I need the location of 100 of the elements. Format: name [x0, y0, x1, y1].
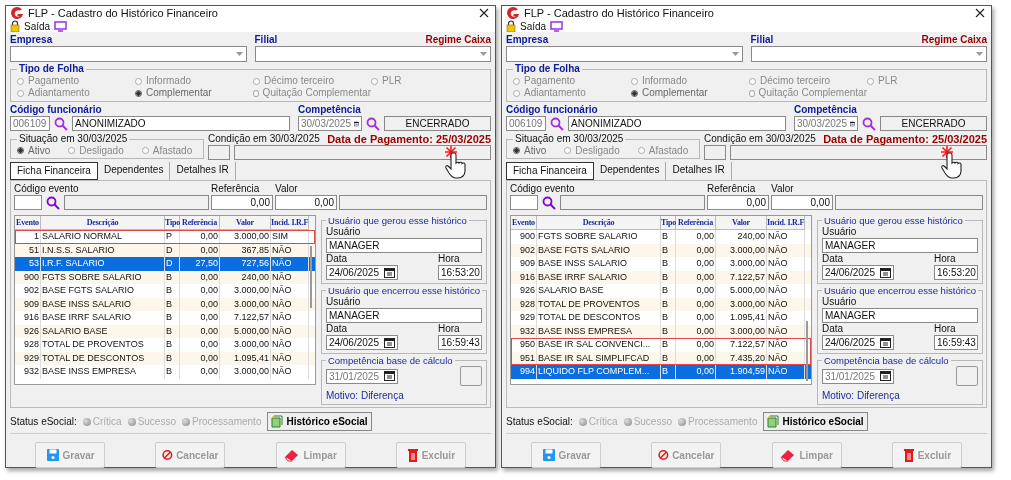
date-field[interactable]: 24/06/2025 [325, 265, 398, 280]
radio-button[interactable]: Ativo [513, 145, 547, 156]
table-row[interactable]: 951 BASE IR SAL SIMPLIFCAD B 0,00 7.435,20 NÃO [511, 351, 811, 365]
search-icon[interactable] [550, 116, 564, 131]
column-header[interactable]: Referência [676, 216, 716, 230]
scrollbar[interactable] [805, 321, 808, 381]
user-field[interactable]: MANAGER [325, 238, 482, 253]
value-field[interactable]: 0,00 [275, 195, 337, 210]
calendar-icon[interactable] [879, 267, 891, 278]
esocial-history-button[interactable]: Histórico eSocial [267, 412, 372, 431]
column-header[interactable]: Valor [220, 216, 271, 230]
search-icon[interactable] [46, 195, 60, 210]
filial-dropdown[interactable] [750, 46, 987, 62]
time-field[interactable]: 16:53:20 [438, 265, 482, 280]
scrollbar[interactable] [309, 246, 312, 308]
table-row[interactable]: 909 BASE INSS SALARIO B 0,00 3.000,00 NÃO [15, 297, 315, 311]
calendar-icon[interactable] [383, 371, 395, 381]
empresa-dropdown[interactable] [506, 46, 743, 62]
radio-button[interactable]: Ativo [17, 145, 51, 156]
tab[interactable]: Ficha Financeira [10, 162, 98, 180]
date-field[interactable]: 24/06/2025 [325, 335, 398, 350]
search-icon[interactable] [861, 116, 876, 131]
empresa-dropdown[interactable] [10, 46, 247, 62]
date-field[interactable]: 31/01/2025 [821, 368, 894, 384]
caret-icon[interactable] [731, 52, 739, 56]
exit-label[interactable]: Saída [24, 20, 51, 32]
table-row[interactable]: 950 BASE IR SAL CONVENCI... B 0,00 7.122,57 NÃO [511, 338, 811, 352]
monitor-icon[interactable] [550, 20, 564, 32]
table-row[interactable]: 902 BASE FGTS SALARIO B 0,00 3.000,00 NÃO [511, 243, 811, 257]
date-field[interactable]: 24/06/2025 [821, 335, 894, 350]
time-field[interactable]: 16:59:43 [934, 335, 978, 350]
tab[interactable]: Ficha Financeira [506, 162, 594, 180]
table-row[interactable]: 53 I.R.F. SALARIO D 27,50 727,56 NÃO [15, 257, 315, 271]
table-row[interactable]: 932 BASE INSS EMPRESA B 0,00 3.000,00 NÃO [511, 324, 811, 338]
employee-code-field[interactable]: 006109 [506, 116, 546, 131]
column-header[interactable]: Descrição [41, 216, 165, 230]
table-row[interactable]: 926 SALARIO BASE B 0,00 5.000,00 NÃO [511, 284, 811, 298]
caret-icon[interactable] [235, 52, 243, 56]
table-row[interactable]: 902 BASE FGTS SALARIO B 0,00 3.000,00 NÃO [15, 284, 315, 298]
table-row[interactable]: 929 TOTAL DE DESCONTOS B 0,00 1.095,41 NÃO [15, 351, 315, 365]
lock-icon[interactable] [10, 20, 20, 32]
date-field[interactable]: 24/06/2025 [821, 265, 894, 280]
table-row[interactable]: 909 BASE INSS SALARIO B 0,00 3.000,00 NÃO [511, 257, 811, 271]
square-button[interactable] [956, 366, 978, 386]
table-row[interactable]: 916 BASE IRRF SALARIO B 0,00 7.122,57 NÃO [511, 270, 811, 284]
filial-dropdown[interactable] [254, 46, 491, 62]
user-field[interactable]: MANAGER [325, 308, 482, 323]
radio-button[interactable]: Complementar [135, 87, 253, 99]
employee-name-field[interactable]: ANONIMIZADO [568, 116, 786, 131]
tab[interactable]: Detalhes IR [170, 162, 236, 180]
reference-field[interactable]: 0,00 [707, 195, 769, 210]
tab[interactable]: Dependentes [97, 162, 171, 180]
close-icon[interactable] [975, 8, 985, 18]
table-row[interactable]: 916 BASE IRRF SALARIO B 0,00 7.122,57 NÃO [15, 311, 315, 325]
user-field[interactable]: MANAGER [821, 308, 978, 323]
column-header[interactable]: Evento [15, 216, 41, 230]
column-header[interactable]: Incid. I.R.F [767, 216, 805, 230]
table-row[interactable]: 928 TOTAL DE PROVENTOS B 0,00 3.000,00 NÃO [15, 338, 315, 352]
calendar-icon[interactable] [879, 371, 891, 381]
search-icon[interactable] [365, 116, 380, 131]
calendar-icon[interactable] [879, 337, 891, 348]
lock-icon[interactable] [506, 20, 516, 32]
monitor-icon[interactable] [54, 20, 68, 32]
table-row[interactable]: 900 FGTS SOBRE SALARIO B 0,00 240,00 NÃO [511, 230, 811, 244]
table-row[interactable]: 932 BASE INSS EMPRESA B 0,00 3.000,00 NÃO [15, 365, 315, 379]
table-row[interactable]: 929 TOTAL DE DESCONTOS B 0,00 1.095,41 NÃO [511, 311, 811, 325]
column-header[interactable]: Evento [511, 216, 537, 230]
date-field[interactable]: 31/01/2025 [325, 368, 398, 384]
caret-icon[interactable] [480, 52, 487, 56]
time-field[interactable]: 16:53:20 [934, 265, 978, 280]
column-header[interactable]: Tipo [165, 216, 180, 230]
table-row[interactable]: 1 SALARIO NORMAL P 0,00 3.000,00 SIM [15, 230, 315, 244]
close-icon[interactable] [479, 8, 489, 18]
value-field[interactable]: 0,00 [771, 195, 833, 210]
calendar-icon[interactable] [850, 118, 855, 129]
calendar-icon[interactable] [383, 337, 395, 348]
date-field[interactable]: 30/03/2025 [793, 116, 858, 131]
exit-label[interactable]: Saída [520, 20, 547, 32]
column-header[interactable]: Referência [180, 216, 220, 230]
caret-icon[interactable] [976, 52, 983, 56]
tab[interactable]: Detalhes IR [666, 162, 732, 180]
event-code-field[interactable] [14, 195, 42, 210]
column-header[interactable]: Tipo [661, 216, 676, 230]
search-icon[interactable] [542, 195, 556, 210]
column-header[interactable]: Descrição [537, 216, 661, 230]
employee-name-field[interactable]: ANONIMIZADO [72, 116, 290, 131]
calendar-icon[interactable] [354, 118, 359, 129]
radio-button[interactable]: Complementar [631, 87, 749, 99]
search-icon[interactable] [54, 116, 68, 131]
table-row[interactable]: 928 TOTAL DE PROVENTOS B 0,00 3.000,00 NÃO [511, 297, 811, 311]
tab[interactable]: Dependentes [593, 162, 667, 180]
esocial-history-button[interactable]: Histórico eSocial [763, 412, 868, 431]
date-field[interactable]: 30/03/2025 [297, 116, 362, 131]
column-header[interactable]: Valor [716, 216, 767, 230]
reference-field[interactable]: 0,00 [211, 195, 273, 210]
table-row[interactable]: 994 LIQUIDO FLP COMPLEM... B 0,00 1.904,59 NÃO [511, 365, 811, 379]
user-field[interactable]: MANAGER [821, 238, 978, 253]
employee-code-field[interactable]: 006109 [10, 116, 50, 131]
column-header[interactable]: Incid. I.R.F [271, 216, 309, 230]
square-button[interactable] [460, 366, 482, 386]
